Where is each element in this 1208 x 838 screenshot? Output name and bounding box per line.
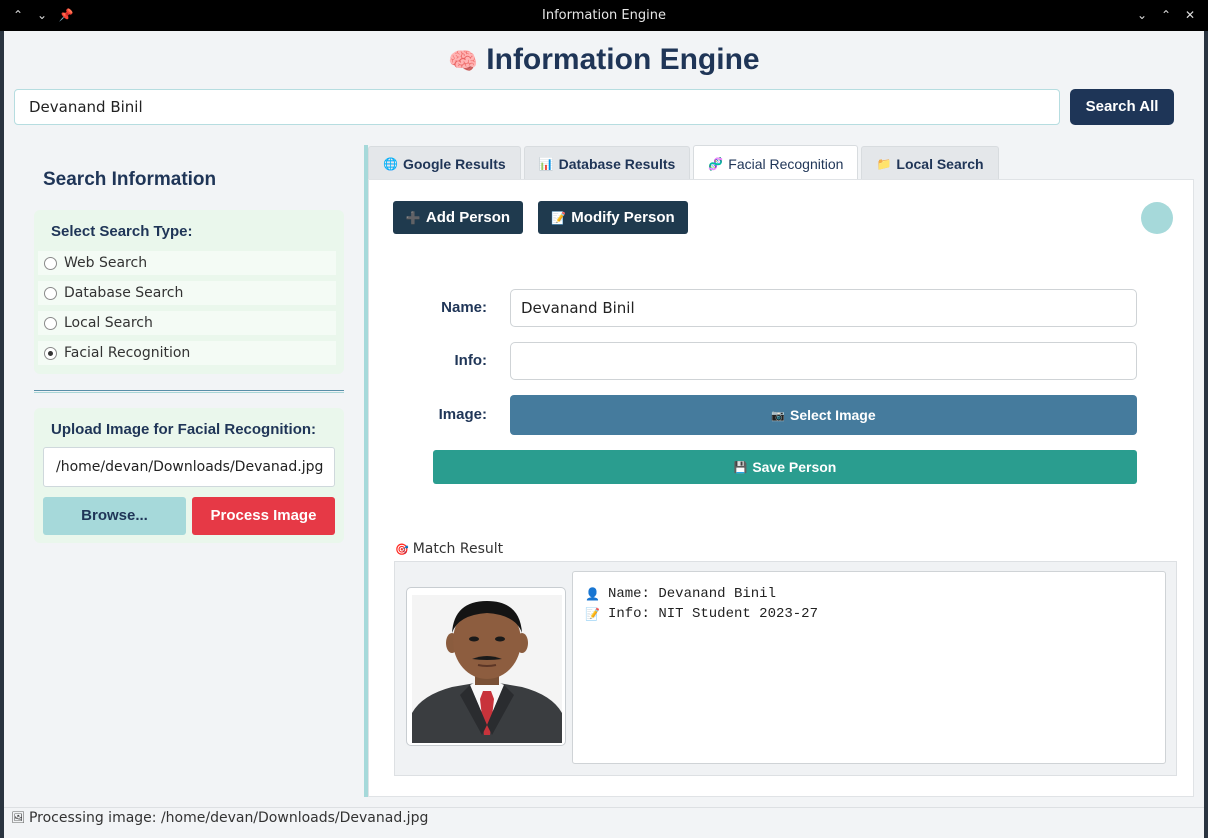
keep-below-icon[interactable]: ⌄	[34, 7, 50, 23]
matched-person-photo	[412, 595, 562, 743]
radio-label: Database Search	[64, 285, 184, 301]
results-tabs: 🌐 Google Results 📊 Database Results 🧬 Fa…	[368, 145, 1002, 181]
dna-icon: 🧬	[708, 156, 724, 171]
radio-database-search[interactable]: Database Search	[38, 281, 336, 305]
info-field[interactable]	[510, 342, 1137, 380]
tab-label: Facial Recognition	[728, 155, 844, 172]
image-label: Image:	[438, 406, 487, 423]
window-title: Information Engine	[542, 8, 666, 23]
add-person-button[interactable]: ➕ Add Person	[393, 201, 523, 234]
floppy-icon: 💾	[733, 461, 748, 474]
facial-recognition-panel: ➕ Add Person 📝 Modify Person Name: Devan…	[368, 179, 1194, 797]
plus-icon: ➕	[405, 210, 421, 225]
match-result-title: Match Result	[412, 541, 504, 557]
app-window: ⌃ ⌄ 📌 Information Engine ⌄ ⌃ ✕ 🧠 Informat…	[0, 0, 1208, 838]
memo-icon: 📝	[551, 210, 567, 225]
radio-button[interactable]	[44, 286, 57, 300]
radio-label: Local Search	[64, 315, 153, 331]
matched-photo-frame	[406, 587, 566, 746]
person-icon: 👤	[585, 587, 600, 602]
info-label: Info:	[454, 352, 487, 369]
maximize-icon[interactable]: ⌃	[1158, 7, 1174, 23]
camera-icon: 📷	[771, 409, 786, 422]
tab-local-search[interactable]: 📁 Local Search	[861, 146, 999, 180]
close-icon[interactable]: ✕	[1182, 7, 1198, 23]
image-path-input[interactable]: /home/devan/Downloads/Devanad.jpg	[43, 447, 335, 487]
modify-person-button[interactable]: 📝 Modify Person	[538, 201, 688, 234]
target-icon: 🎯	[395, 542, 409, 556]
brain-icon: 🧠	[448, 48, 479, 75]
match-name-row: 👤 Name: Devanand Binil	[585, 584, 1153, 604]
modify-person-label: Modify Person	[571, 209, 675, 226]
picture-icon: 🖼	[11, 811, 25, 824]
search-type-title: Select Search Type:	[51, 223, 193, 240]
process-image-button[interactable]: Process Image	[192, 497, 335, 535]
tab-label: Google Results	[402, 155, 506, 172]
name-field[interactable]: Devanand Binil	[510, 289, 1137, 327]
radio-button-selected[interactable]	[44, 346, 57, 360]
page-title: 🧠 Information Engine	[4, 43, 1204, 77]
tab-label: Local Search	[896, 155, 984, 172]
tab-database-results[interactable]: 📊 Database Results	[523, 146, 691, 180]
tab-label: Database Results	[558, 155, 676, 172]
search-all-button[interactable]: Search All	[1070, 89, 1174, 125]
save-person-label: Save Person	[752, 459, 837, 475]
select-image-label: Select Image	[790, 407, 876, 423]
radio-label: Facial Recognition	[64, 345, 191, 361]
radio-web-search[interactable]: Web Search	[38, 251, 336, 275]
bar-chart-icon: 📊	[538, 156, 554, 171]
search-input[interactable]: Devanand Binil	[14, 89, 1060, 125]
add-person-label: Add Person	[425, 209, 511, 226]
match-details-box: 👤 Name: Devanand Binil 📝 Info: NIT Stude…	[572, 571, 1166, 764]
status-text: Processing image: /home/devan/Downloads/…	[28, 809, 429, 826]
page-title-text: Information Engine	[486, 43, 760, 76]
upload-title: Upload Image for Facial Recognition:	[51, 421, 317, 438]
pin-icon[interactable]: 📌	[58, 7, 74, 23]
match-info-row: 📝 Info: NIT Student 2023-27	[585, 604, 1153, 624]
folder-icon: 📁	[876, 156, 892, 171]
status-bar: 🖼 Processing image: /home/devan/Download…	[4, 807, 1204, 827]
globe-icon: 🌐	[383, 156, 398, 171]
sidebar-title: Search Information	[43, 169, 217, 190]
match-result-area: 👤 Name: Devanand Binil 📝 Info: NIT Stude…	[394, 561, 1177, 776]
window-border-right	[1204, 31, 1208, 838]
radio-button[interactable]	[44, 316, 57, 330]
save-person-button[interactable]: 💾 Save Person	[433, 450, 1137, 484]
main-content: 🧠 Information Engine Devanand Binil Searc…	[4, 31, 1204, 838]
memo-icon: 📝	[585, 607, 600, 622]
match-result-header: 🎯 Match Result	[395, 541, 503, 557]
radio-local-search[interactable]: Local Search	[38, 311, 336, 335]
name-label: Name:	[441, 299, 487, 316]
radio-button[interactable]	[44, 256, 57, 270]
status-indicator	[1141, 202, 1173, 234]
radio-label: Web Search	[64, 255, 148, 271]
match-name-text: Name: Devanand Binil	[607, 586, 776, 602]
select-image-button[interactable]: 📷 Select Image	[510, 395, 1137, 435]
sidebar: Search Information Select Search Type: W…	[4, 146, 364, 806]
tab-facial-recognition[interactable]: 🧬 Facial Recognition	[693, 145, 859, 181]
sidebar-divider	[34, 390, 344, 393]
minimize-icon[interactable]: ⌄	[1134, 7, 1150, 23]
browse-button[interactable]: Browse...	[43, 497, 186, 535]
search-type-group: Select Search Type: Web Search Database …	[34, 210, 344, 374]
title-bar: ⌃ ⌄ 📌 Information Engine ⌄ ⌃ ✕	[0, 0, 1208, 31]
match-info-text: Info: NIT Student 2023-27	[607, 606, 818, 622]
keep-above-icon[interactable]: ⌃	[10, 7, 26, 23]
upload-group: Upload Image for Facial Recognition: /ho…	[34, 408, 344, 543]
radio-facial-recognition[interactable]: Facial Recognition	[38, 341, 336, 365]
tab-google-results[interactable]: 🌐 Google Results	[368, 146, 521, 180]
